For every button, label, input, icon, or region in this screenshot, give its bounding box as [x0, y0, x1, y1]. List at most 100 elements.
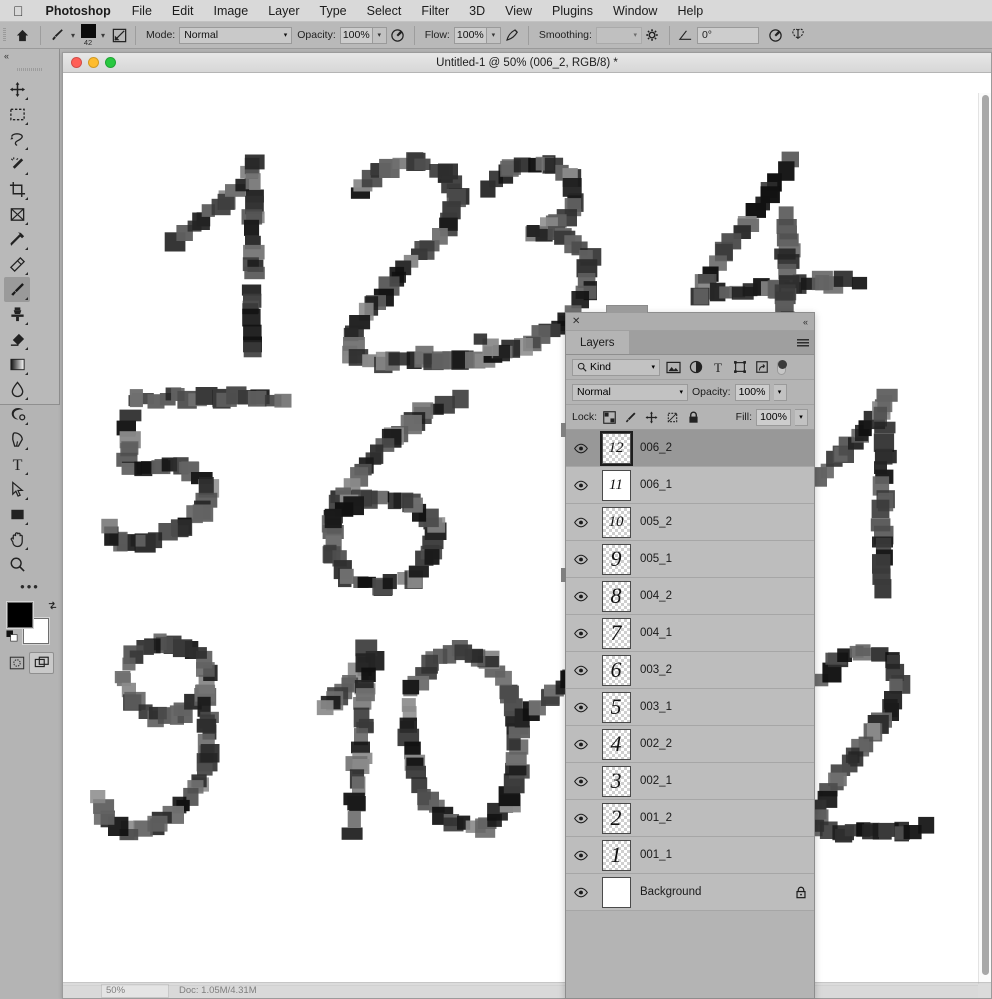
panel-edge-tab-top[interactable] [561, 423, 566, 437]
close-button[interactable] [71, 57, 82, 68]
foreground-color-swatch[interactable] [7, 602, 33, 628]
layer-name[interactable]: 001_2 [636, 812, 788, 824]
gradient-tool[interactable] [4, 352, 30, 377]
filter-adjustment-icon[interactable] [687, 359, 704, 376]
layer-name[interactable]: 006_2 [636, 442, 788, 454]
layer-row[interactable]: 11 006_1 [566, 467, 814, 504]
layer-thumbnail-cell[interactable]: 4 [596, 728, 636, 760]
frame-tool[interactable] [4, 202, 30, 227]
tools-panel-grip[interactable] [0, 63, 59, 75]
options-bar-grip[interactable] [0, 22, 9, 49]
layer-row[interactable]: 5 003_1 [566, 689, 814, 726]
layer-row[interactable]: 8 004_2 [566, 578, 814, 615]
more-tools-icon[interactable]: ••• [4, 577, 56, 597]
panel-edge-tab-bottom[interactable] [561, 568, 566, 582]
menu-item-filter[interactable]: Filter [411, 4, 459, 18]
layer-fill-input[interactable]: 100% [756, 408, 791, 426]
layer-name[interactable]: 004_1 [636, 627, 788, 639]
layer-fill-stepper[interactable]: ▾ [795, 408, 808, 426]
layer-row[interactable]: 9 005_1 [566, 541, 814, 578]
layer-visibility-eye-icon[interactable] [566, 813, 596, 824]
layer-name[interactable]: 005_2 [636, 516, 788, 528]
rectangular-marquee-tool[interactable] [4, 102, 30, 127]
symmetry-butterfly-icon[interactable] [787, 22, 809, 49]
menu-item-plugins[interactable]: Plugins [542, 4, 603, 18]
vertical-scroll-thumb[interactable] [982, 95, 989, 975]
hand-tool[interactable] [4, 527, 30, 552]
layer-name[interactable]: 003_2 [636, 664, 788, 676]
layer-name[interactable]: Background [636, 886, 788, 898]
layer-visibility-eye-icon[interactable] [566, 887, 596, 898]
layer-thumbnail-cell[interactable]: 7 [596, 617, 636, 649]
layer-visibility-eye-icon[interactable] [566, 628, 596, 639]
layer-name[interactable]: 001_1 [636, 849, 788, 861]
layer-thumbnail-cell[interactable]: 1 [596, 839, 636, 871]
menu-item-file[interactable]: File [122, 4, 162, 18]
layer-thumbnail-cell[interactable]: 11 [596, 469, 636, 501]
smoothing-input[interactable]: ▾ [595, 26, 642, 44]
brush-preset-picker-icon[interactable]: 42 [78, 22, 98, 49]
airbrush-icon[interactable] [501, 22, 523, 49]
eyedropper-tool[interactable] [4, 227, 30, 252]
collapse-chevrons-icon[interactable]: « [803, 317, 808, 327]
healing-brush-tool[interactable] [4, 252, 30, 277]
quick-mask-icon[interactable] [4, 652, 29, 674]
move-tool[interactable] [4, 77, 30, 102]
filter-pixel-icon[interactable] [665, 359, 682, 376]
menu-item-view[interactable]: View [495, 4, 542, 18]
lock-image-pixels-icon[interactable] [622, 409, 639, 426]
brush-settings-panel-icon[interactable] [108, 22, 130, 49]
swap-colors-icon[interactable] [47, 600, 58, 614]
default-colors-icon[interactable] [6, 630, 19, 648]
layer-visibility-eye-icon[interactable] [566, 480, 596, 491]
document-title-bar[interactable]: Untitled-1 @ 50% (006_2, RGB/8) * [63, 53, 991, 73]
gear-icon[interactable] [642, 22, 664, 49]
layer-name[interactable]: 006_1 [636, 479, 788, 491]
layer-thumbnail-cell[interactable]: 5 [596, 691, 636, 723]
layer-thumbnail-cell[interactable]: 6 [596, 654, 636, 686]
layer-name[interactable]: 003_1 [636, 701, 788, 713]
canvas-area[interactable]: 50% Doc: 1.05M/4.31M [63, 73, 991, 998]
layer-row[interactable]: 12 006_2 [566, 430, 814, 467]
menu-item-window[interactable]: Window [603, 4, 667, 18]
filter-kind-select[interactable]: Kind ▾ [572, 358, 660, 376]
layer-thumbnail-cell[interactable]: 2 [596, 802, 636, 834]
panel-menu-icon[interactable] [792, 331, 814, 354]
pressure-size-icon[interactable] [765, 22, 787, 49]
lock-artboard-nesting-icon[interactable] [664, 409, 681, 426]
layer-thumbnail-cell[interactable]: 12 [596, 430, 636, 466]
brush-tool-preset-chevron-icon[interactable]: ▾ [68, 31, 78, 40]
layer-opacity-input[interactable]: 100% [734, 383, 770, 401]
magic-wand-tool[interactable] [4, 152, 30, 177]
apple-logo-icon[interactable]:  [0, 4, 35, 18]
lock-position-icon[interactable] [643, 409, 660, 426]
layer-visibility-eye-icon[interactable] [566, 776, 596, 787]
menu-item-help[interactable]: Help [667, 4, 713, 18]
layer-blend-mode-select[interactable]: Normal ▾ [572, 383, 688, 401]
layer-row[interactable]: 7 004_1 [566, 615, 814, 652]
path-selection-tool[interactable] [4, 477, 30, 502]
layer-visibility-eye-icon[interactable] [566, 702, 596, 713]
layer-row[interactable]: 2 001_2 [566, 800, 814, 837]
layer-row[interactable]: 6 003_2 [566, 652, 814, 689]
layer-opacity-stepper[interactable]: ▾ [773, 383, 787, 401]
menu-item-layer[interactable]: Layer [258, 4, 309, 18]
filter-toggle-switch[interactable] [777, 359, 787, 375]
lasso-tool[interactable] [4, 127, 30, 152]
flow-stepper[interactable]: ▾ [486, 26, 501, 44]
menu-item-3d[interactable]: 3D [459, 4, 495, 18]
brush-tool-icon[interactable] [46, 27, 68, 43]
brush-tool[interactable] [4, 277, 30, 302]
opacity-input[interactable]: 100% [339, 26, 373, 44]
layer-thumbnail-cell[interactable]: 3 [596, 765, 636, 797]
lock-transparent-pixels-icon[interactable] [601, 409, 618, 426]
filter-shape-icon[interactable] [731, 359, 748, 376]
layer-thumbnail-cell[interactable]: 8 [596, 580, 636, 612]
menu-item-select[interactable]: Select [357, 4, 412, 18]
canvas-sheet[interactable] [63, 73, 978, 980]
flow-input[interactable]: 100% [453, 26, 487, 44]
layer-visibility-eye-icon[interactable] [566, 850, 596, 861]
layer-name[interactable]: 002_2 [636, 738, 788, 750]
eraser-tool[interactable] [4, 327, 30, 352]
layers-list[interactable]: 12 006_2 11 006_1 10 005_2 9 005_1 8 004_2 7 004_1 6… [566, 430, 814, 998]
